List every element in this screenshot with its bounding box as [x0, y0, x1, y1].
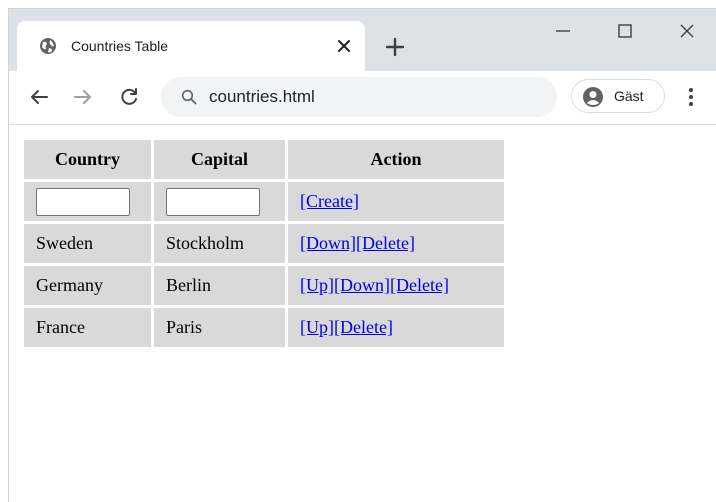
capital-input[interactable]	[166, 187, 260, 216]
plus-icon[interactable]	[383, 35, 407, 59]
person-icon	[583, 87, 603, 107]
action-cell: [Up][Delete]	[288, 308, 504, 347]
address-url: countries.html	[209, 87, 315, 106]
close-icon[interactable]	[333, 35, 355, 57]
tab-title: Countries Table	[71, 38, 169, 54]
create-action-cell: [Create]	[288, 182, 504, 221]
header-capital: Capital	[154, 140, 285, 179]
tab-strip: Countries Table	[9, 9, 716, 71]
create-country-cell	[24, 182, 151, 221]
country-cell: France	[24, 308, 151, 347]
table-row: Sweden Stockholm [Down][Delete]	[24, 224, 504, 263]
search-icon	[181, 89, 197, 105]
down-link[interactable]: [Down]	[300, 233, 356, 253]
table-row: Germany Berlin [Up][Down][Delete]	[24, 266, 504, 305]
reload-icon[interactable]	[117, 85, 141, 109]
action-cell: [Down][Delete]	[288, 224, 504, 263]
profile-label: Gäst	[614, 88, 644, 104]
minimize-icon[interactable]	[549, 17, 577, 45]
header-country: Country	[24, 140, 151, 179]
browser-window: Countries Table countries.html Gäst Coun…	[8, 8, 716, 502]
country-cell: Germany	[24, 266, 151, 305]
down-link[interactable]: [Down]	[334, 275, 390, 295]
country-cell: Sweden	[24, 224, 151, 263]
delete-link[interactable]: [Delete]	[356, 233, 415, 253]
create-capital-cell	[154, 182, 285, 221]
tab-countries-table[interactable]: Countries Table	[17, 21, 365, 71]
up-link[interactable]: [Up]	[300, 317, 334, 337]
address-bar[interactable]: countries.html	[161, 77, 557, 117]
arrow-right-icon[interactable]	[71, 85, 95, 109]
table-header-row: Country Capital Action	[24, 140, 504, 179]
arrow-left-icon[interactable]	[27, 85, 51, 109]
maximize-icon[interactable]	[611, 17, 639, 45]
delete-link[interactable]: [Delete]	[390, 275, 449, 295]
capital-cell: Paris	[154, 308, 285, 347]
table-row: France Paris [Up][Delete]	[24, 308, 504, 347]
create-row: [Create]	[24, 182, 504, 221]
header-action: Action	[288, 140, 504, 179]
country-input[interactable]	[36, 187, 130, 216]
browser-toolbar: countries.html Gäst	[9, 71, 716, 125]
page-content: Country Capital Action [Create] Sweden S…	[9, 125, 716, 502]
up-link[interactable]: [Up]	[300, 275, 334, 295]
profile-button[interactable]: Gäst	[571, 79, 665, 113]
create-link[interactable]: [Create]	[300, 191, 359, 211]
countries-table: Country Capital Action [Create] Sweden S…	[21, 137, 507, 350]
kebab-menu-icon[interactable]	[681, 85, 701, 109]
capital-cell: Berlin	[154, 266, 285, 305]
delete-link[interactable]: [Delete]	[334, 317, 393, 337]
action-cell: [Up][Down][Delete]	[288, 266, 504, 305]
globe-icon	[40, 38, 56, 54]
window-close-icon[interactable]	[673, 17, 701, 45]
capital-cell: Stockholm	[154, 224, 285, 263]
